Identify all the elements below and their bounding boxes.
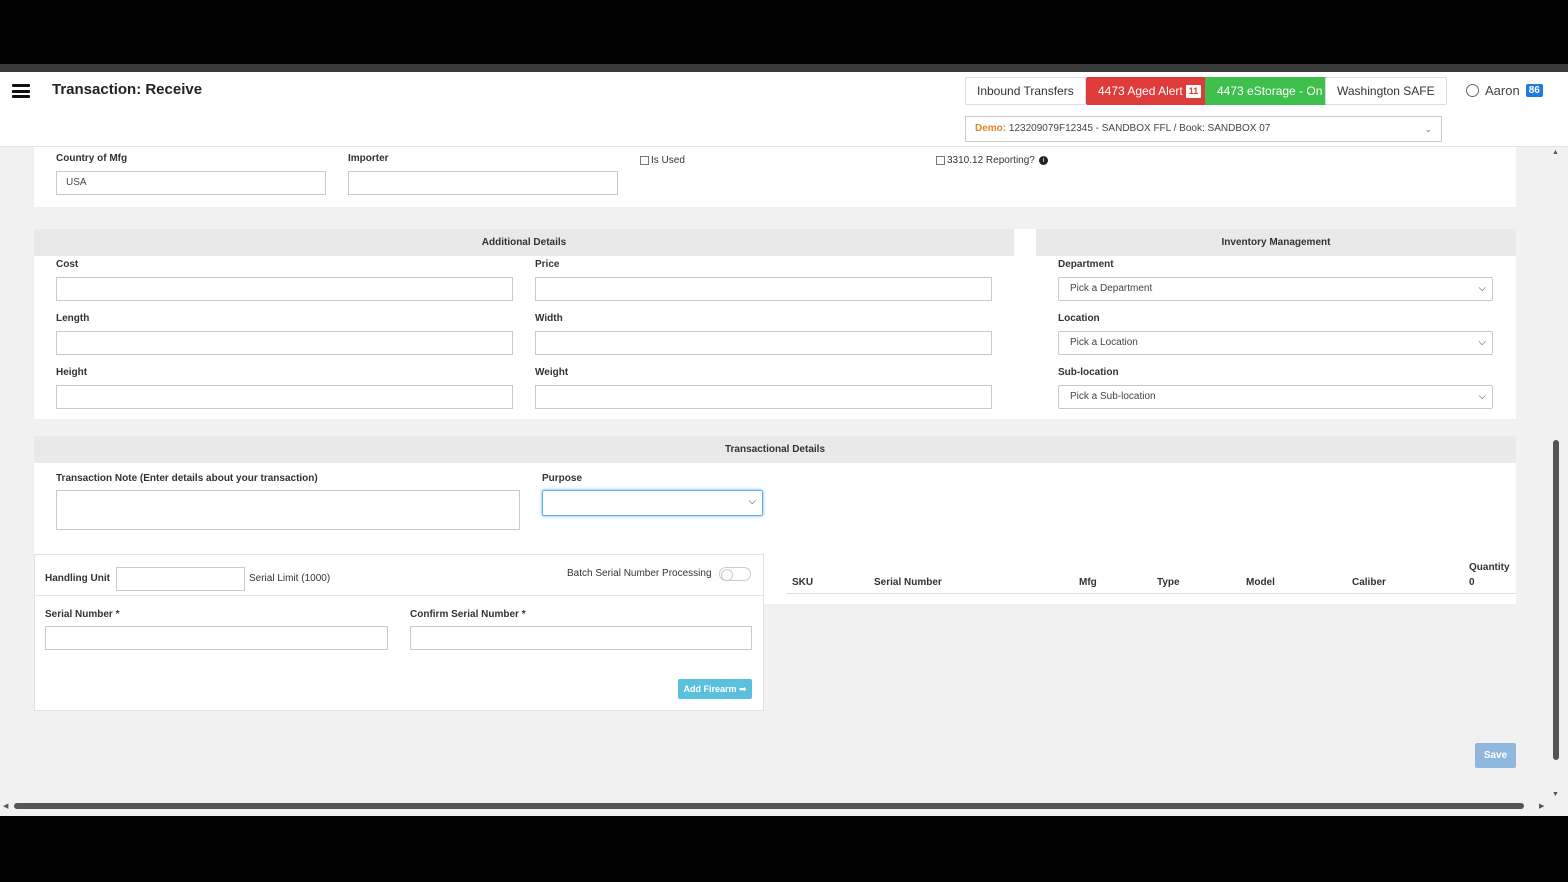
- height-input[interactable]: [56, 385, 513, 409]
- transaction-note-textarea[interactable]: [56, 490, 520, 530]
- vertical-scroll-thumb[interactable]: [1553, 440, 1559, 760]
- add-firearm-label: Add Firearm: [683, 684, 737, 694]
- scroll-up-icon[interactable]: ▲: [1552, 149, 1559, 156]
- th-sku: SKU: [792, 577, 814, 588]
- washington-safe-button[interactable]: Washington SAFE: [1325, 77, 1447, 105]
- user-icon: [1466, 84, 1479, 97]
- serial-number-input[interactable]: [45, 626, 388, 650]
- th-serial-number: Serial Number: [874, 577, 942, 588]
- handling-unit-input[interactable]: [116, 567, 245, 591]
- transactional-details-heading: Transactional Details: [34, 436, 1516, 463]
- confirm-serial-input[interactable]: [410, 626, 752, 650]
- is-used-box[interactable]: [640, 156, 649, 165]
- handling-unit-label: Handling Unit: [45, 573, 110, 584]
- th-mfg: Mfg: [1079, 577, 1097, 588]
- chevron-down-icon: ⌵: [748, 496, 756, 507]
- batch-processing-label: Batch Serial Number Processing: [567, 568, 712, 579]
- page-title: Transaction: Receive: [52, 81, 203, 98]
- th-quantity: Quantity: [1469, 562, 1510, 573]
- batch-processing-toggle[interactable]: [719, 567, 751, 581]
- length-input[interactable]: [56, 331, 513, 355]
- th-type: Type: [1157, 577, 1180, 588]
- weight-input[interactable]: [535, 385, 992, 409]
- aged-alert-count: 11: [1185, 85, 1202, 99]
- country-input[interactable]: USA: [56, 171, 326, 195]
- add-firearm-button[interactable]: Add Firearm ➡: [678, 679, 752, 699]
- chevron-down-icon: ⌵: [1478, 283, 1486, 294]
- aged-alert-button[interactable]: 4473 Aged Alert 11: [1086, 77, 1214, 105]
- aged-alert-label: 4473 Aged Alert: [1098, 84, 1183, 98]
- purpose-select[interactable]: ⌵: [542, 490, 763, 516]
- main-content: Country of Mfg USA Importer Is Used 3310…: [0, 147, 1550, 802]
- purpose-label: Purpose: [542, 473, 583, 484]
- horizontal-scroll-thumb[interactable]: [14, 803, 1524, 809]
- user-name: Aaron: [1485, 83, 1520, 98]
- vertical-scrollbar[interactable]: ▲ ▼: [1550, 147, 1562, 802]
- user-badge: 86: [1525, 84, 1543, 97]
- arrow-right-icon: ➡: [738, 684, 747, 694]
- scroll-left-icon[interactable]: ◀: [3, 802, 8, 810]
- department-value: Pick a Department: [1070, 283, 1153, 294]
- scroll-right-icon[interactable]: ▶: [1539, 802, 1544, 810]
- price-label: Price: [535, 259, 560, 270]
- divider: [35, 595, 763, 596]
- height-label: Height: [56, 367, 88, 378]
- department-label: Department: [1058, 259, 1114, 270]
- reporting-box[interactable]: [936, 156, 945, 165]
- location-label: Location: [1058, 313, 1100, 324]
- table-divider: [786, 593, 1516, 594]
- note-hint-text: (Enter details about your transaction): [139, 473, 318, 484]
- weight-label: Weight: [535, 367, 569, 378]
- sublocation-value: Pick a Sub-location: [1070, 391, 1156, 402]
- price-input[interactable]: [535, 277, 992, 301]
- menu-icon[interactable]: [12, 84, 30, 98]
- demo-label: Demo:: [975, 123, 1007, 134]
- window-top-strip: [0, 64, 1568, 72]
- reporting-label: 3310.12 Reporting?: [947, 155, 1035, 166]
- sublocation-label: Sub-location: [1058, 367, 1119, 378]
- demo-license-select[interactable]: Demo: 123209079F12345 - SANDBOX FFL / Bo…: [965, 116, 1442, 142]
- horizontal-scrollbar[interactable]: ◀ ▶: [0, 800, 1550, 812]
- importer-label: Importer: [348, 153, 389, 164]
- demo-value: 123209079F12345 - SANDBOX FFL / Book: SA…: [1008, 123, 1271, 134]
- header-bar: Transaction: Receive Inbound Transfers 4…: [0, 72, 1568, 147]
- chevron-down-icon: ⌄: [1424, 124, 1432, 134]
- serial-number-label: Serial Number *: [45, 609, 120, 620]
- is-used-label: Is Used: [651, 155, 685, 166]
- width-label: Width: [535, 313, 563, 324]
- cost-input[interactable]: [56, 277, 513, 301]
- department-select[interactable]: Pick a Department ⌵: [1058, 277, 1493, 301]
- is-used-checkbox[interactable]: Is Used: [640, 155, 685, 166]
- user-menu[interactable]: Aaron 86: [1466, 83, 1543, 98]
- inventory-management-heading: Inventory Management: [1036, 229, 1516, 256]
- reporting-checkbox[interactable]: 3310.12 Reporting? i: [936, 155, 1048, 166]
- confirm-serial-label: Confirm Serial Number *: [410, 609, 526, 620]
- th-caliber: Caliber: [1352, 577, 1386, 588]
- cost-label: Cost: [56, 259, 79, 270]
- quantity-value: 0: [1469, 577, 1475, 588]
- serial-limit-text: Serial Limit (1000): [249, 573, 331, 584]
- transaction-note-label: Transaction Note (Enter details about yo…: [56, 473, 318, 484]
- estorage-button[interactable]: 4473 eStorage - On: [1205, 77, 1335, 105]
- app-window: Transaction: Receive Inbound Transfers 4…: [0, 64, 1568, 816]
- inbound-transfers-button[interactable]: Inbound Transfers: [965, 77, 1086, 105]
- info-icon[interactable]: i: [1038, 156, 1048, 165]
- note-label-text: Transaction Note: [56, 473, 138, 484]
- chevron-down-icon: ⌵: [1478, 391, 1486, 402]
- th-model: Model: [1246, 577, 1275, 588]
- width-input[interactable]: [535, 331, 992, 355]
- importer-input[interactable]: [348, 171, 618, 195]
- chevron-down-icon: ⌵: [1478, 337, 1486, 348]
- save-button[interactable]: Save: [1475, 743, 1516, 768]
- country-label: Country of Mfg: [56, 153, 128, 164]
- location-select[interactable]: Pick a Location ⌵: [1058, 331, 1493, 355]
- sublocation-select[interactable]: Pick a Sub-location ⌵: [1058, 385, 1493, 409]
- location-value: Pick a Location: [1070, 337, 1138, 348]
- scroll-down-icon[interactable]: ▼: [1552, 791, 1559, 798]
- additional-details-heading: Additional Details: [34, 229, 1014, 256]
- length-label: Length: [56, 313, 90, 324]
